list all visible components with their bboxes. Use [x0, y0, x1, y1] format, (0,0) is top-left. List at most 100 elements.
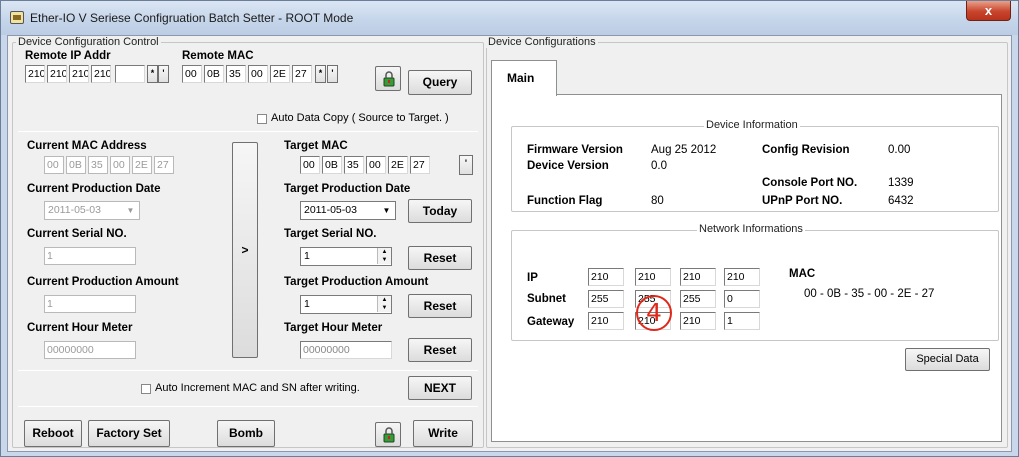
current-mac-byte-4: 00 — [110, 156, 130, 174]
window-title: Ether-IO V Seriese Configruation Batch S… — [30, 11, 354, 25]
today-button[interactable]: Today — [408, 199, 472, 223]
console-port-value: 1339 — [888, 177, 914, 189]
lock-icon — [383, 71, 395, 87]
target-mac-label: Target MAC — [284, 140, 348, 152]
gateway-octet-3[interactable]: 210 — [680, 312, 716, 330]
device-version-value: 0.0 — [651, 160, 667, 172]
target-hour-meter-field[interactable]: 00000000 — [300, 341, 392, 359]
device-information-title: Device Information — [704, 119, 800, 131]
target-mac-byte-6[interactable]: 27 — [410, 156, 430, 174]
chevron-down-icon[interactable]: ▼ — [380, 204, 393, 217]
write-button[interactable]: Write — [413, 420, 473, 447]
target-mac-byte-4[interactable]: 00 — [366, 156, 386, 174]
remote-mac-byte-6[interactable]: 27 — [292, 65, 312, 83]
current-mac-byte-5: 2E — [132, 156, 152, 174]
spin-up-icon[interactable]: ▲ — [377, 296, 391, 304]
ip-octet-2[interactable]: 210 — [635, 268, 671, 286]
current-serial-field: 1 — [44, 247, 136, 265]
remote-ip-octet-1[interactable]: 210 — [25, 65, 45, 83]
title-bar[interactable]: Ether-IO V Seriese Configruation Batch S… — [1, 1, 1018, 35]
device-configuration-control-title: Device Configuration Control — [16, 36, 161, 48]
target-mac-increment-button[interactable]: ' — [459, 155, 473, 175]
next-button[interactable]: NEXT — [408, 376, 472, 400]
current-production-amount-label: Current Production Amount — [27, 276, 179, 288]
subnet-octet-4[interactable]: 0 — [724, 290, 760, 308]
firmware-version-value: Aug 25 2012 — [651, 144, 717, 156]
subnet-octet-1[interactable]: 255 — [588, 290, 624, 308]
upnp-port-value: 6432 — [888, 195, 914, 207]
target-mac-byte-1[interactable]: 00 — [300, 156, 320, 174]
copy-to-target-button[interactable]: > — [232, 142, 258, 358]
client-area: Device Configuration Control Remote IP A… — [7, 35, 1012, 452]
ip-octet-1[interactable]: 210 — [588, 268, 624, 286]
remote-ip-prev-button[interactable]: * — [147, 65, 158, 83]
target-mac-byte-2[interactable]: 0B — [322, 156, 342, 174]
remote-ip-next-button[interactable]: ' — [158, 65, 169, 83]
reset-hour-button[interactable]: Reset — [408, 338, 472, 362]
target-production-date-field[interactable]: 2011-05-03 ▼ — [300, 201, 396, 220]
target-production-date-value: 2011-05-03 — [304, 204, 357, 216]
query-lock-button[interactable] — [375, 66, 401, 91]
current-mac-byte-2: 0B — [66, 156, 86, 174]
remote-mac-prev-button[interactable]: * — [315, 65, 326, 83]
firmware-version-label: Firmware Version — [527, 144, 623, 156]
ip-octet-3[interactable]: 210 — [680, 268, 716, 286]
target-production-amount-spinner[interactable]: 1 ▲ ▼ — [300, 295, 392, 314]
bomb-button[interactable]: Bomb — [217, 420, 275, 447]
auto-increment-checkbox[interactable] — [141, 384, 151, 394]
upnp-port-label: UPnP Port NO. — [762, 195, 843, 207]
special-data-button[interactable]: Special Data — [905, 348, 990, 371]
remote-mac-byte-5[interactable]: 2E — [270, 65, 290, 83]
spin-down-icon[interactable]: ▼ — [377, 256, 391, 264]
remote-mac-byte-4[interactable]: 00 — [248, 65, 268, 83]
ip-octet-4[interactable]: 210 — [724, 268, 760, 286]
lock-icon — [383, 427, 395, 443]
target-mac-byte-5[interactable]: 2E — [388, 156, 408, 174]
remote-ip-extra-field[interactable] — [115, 65, 145, 83]
current-serial-label: Current Serial NO. — [27, 228, 127, 240]
remote-mac-byte-1[interactable]: 00 — [182, 65, 202, 83]
reset-amount-button[interactable]: Reset — [408, 294, 472, 318]
divider-middle — [18, 370, 478, 371]
annotation-marker-4: 4 — [636, 295, 672, 331]
factory-set-button[interactable]: Factory Set — [88, 420, 170, 447]
console-port-label: Console Port NO. — [762, 177, 858, 189]
reboot-button[interactable]: Reboot — [24, 420, 82, 447]
query-button[interactable]: Query — [408, 70, 472, 95]
current-production-date-field: 2011-05-03 ▼ — [44, 201, 140, 220]
target-serial-spinner[interactable]: 1 ▲ ▼ — [300, 247, 392, 266]
close-button[interactable]: x — [966, 1, 1011, 21]
target-hour-meter-label: Target Hour Meter — [284, 322, 383, 334]
remote-ip-octet-4[interactable]: 210 — [91, 65, 111, 83]
remote-mac-byte-3[interactable]: 35 — [226, 65, 246, 83]
spin-down-icon[interactable]: ▼ — [377, 304, 391, 312]
auto-data-copy-checkbox[interactable] — [257, 114, 267, 124]
tab-main[interactable]: Main — [491, 60, 557, 96]
auto-data-copy-label: Auto Data Copy ( Source to Target. ) — [271, 112, 449, 124]
target-mac-byte-3[interactable]: 35 — [344, 156, 364, 174]
divider-top — [18, 131, 478, 132]
remote-ip-octet-3[interactable]: 210 — [69, 65, 89, 83]
remote-mac-next-button[interactable]: ' — [327, 65, 338, 83]
remote-ip-octet-2[interactable]: 210 — [47, 65, 67, 83]
target-production-date-label: Target Production Date — [284, 183, 411, 195]
device-configurations-title: Device Configurations — [486, 36, 598, 48]
spin-up-icon[interactable]: ▲ — [377, 248, 391, 256]
subnet-octet-3[interactable]: 255 — [680, 290, 716, 308]
current-mac-byte-6: 27 — [154, 156, 174, 174]
config-revision-label: Config Revision — [762, 144, 850, 156]
current-production-amount-field: 1 — [44, 295, 136, 313]
chevron-down-icon: ▼ — [126, 206, 135, 215]
remote-mac-label: Remote MAC — [182, 50, 254, 62]
gateway-octet-4[interactable]: 1 — [724, 312, 760, 330]
current-hour-meter-label: Current Hour Meter — [27, 322, 133, 334]
current-production-date-label: Current Production Date — [27, 183, 161, 195]
remote-mac-byte-2[interactable]: 0B — [204, 65, 224, 83]
auto-increment-label: Auto Increment MAC and SN after writing. — [155, 382, 360, 394]
current-mac-byte-3: 35 — [88, 156, 108, 174]
write-lock-button[interactable] — [375, 422, 401, 447]
reset-serial-button[interactable]: Reset — [408, 246, 472, 270]
config-revision-value: 0.00 — [888, 144, 911, 156]
gateway-octet-1[interactable]: 210 — [588, 312, 624, 330]
app-window: Ether-IO V Seriese Configruation Batch S… — [0, 0, 1019, 457]
